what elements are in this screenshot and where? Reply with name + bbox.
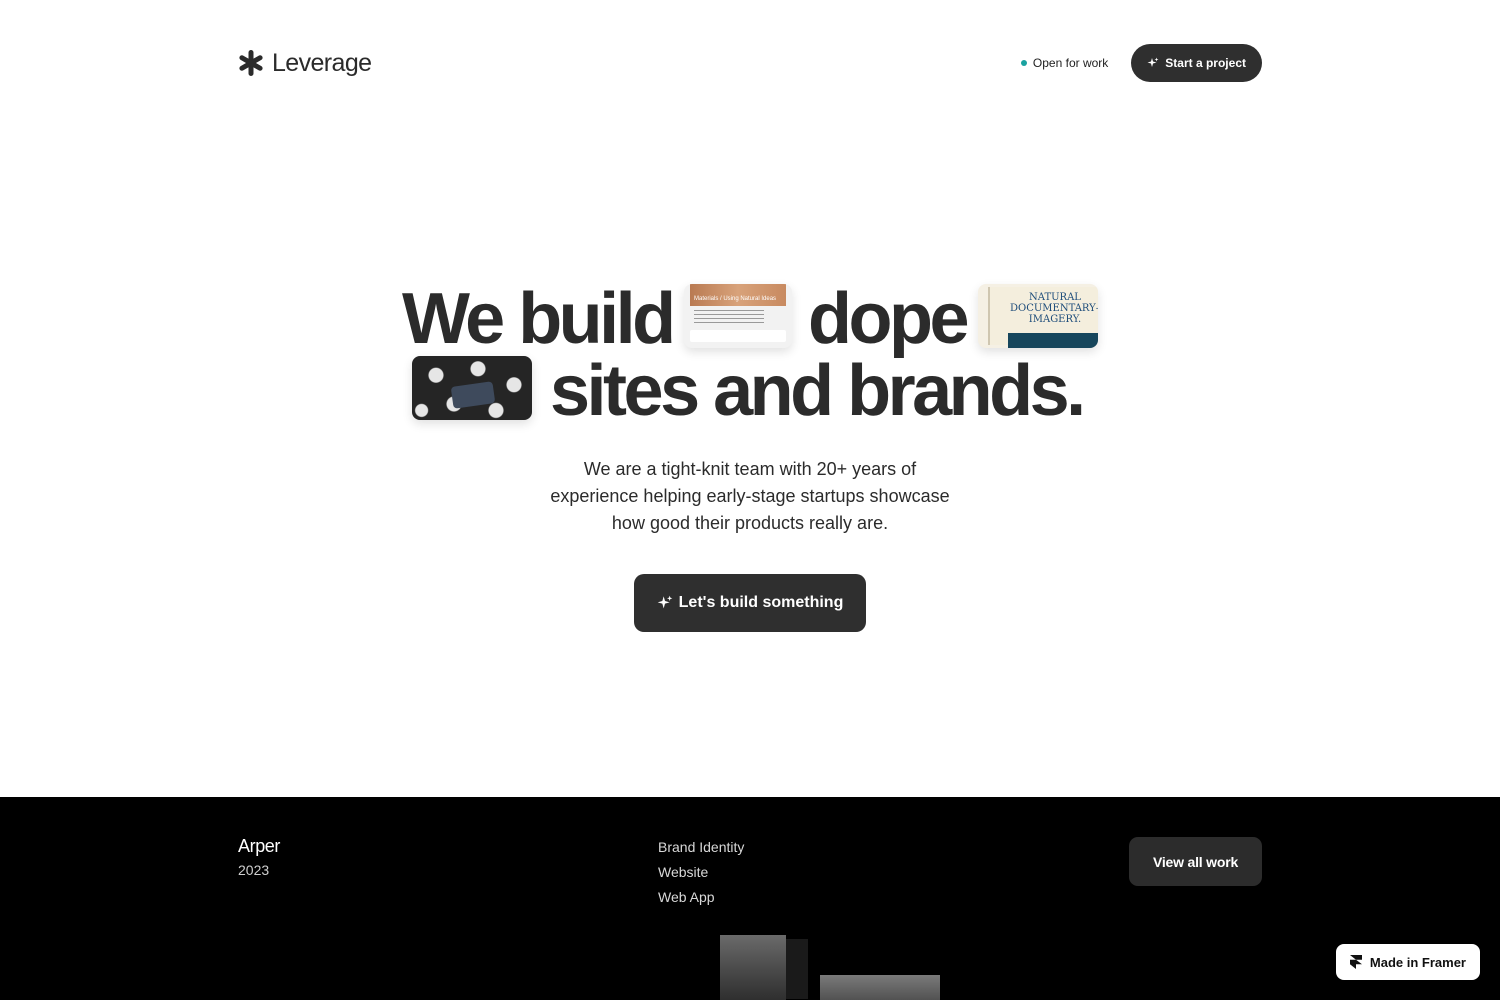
thumbnail-caption: Materials / Using Natural Ideas [694, 296, 777, 302]
availability-status: Open for work [1020, 56, 1109, 70]
framer-logo-icon [1349, 955, 1362, 969]
preview-block [820, 975, 940, 1000]
preview-block [720, 935, 786, 1000]
service-item: Brand Identity [658, 839, 745, 855]
project-section: Arper 2023 Brand Identity Website Web Ap… [0, 797, 1500, 1000]
project-thumbnail-natural-documentary: NATURAL DOCUMENTARY—ST IMAGERY. [978, 284, 1098, 348]
hero-subtext: We are a tight-knit team with 20+ years … [540, 456, 960, 537]
sparkle-icon [657, 595, 672, 609]
start-project-label: Start a project [1165, 56, 1246, 70]
made-in-framer-badge[interactable]: Made in Framer [1335, 944, 1480, 980]
thumbnail-text-lines [694, 310, 764, 324]
hero-headline-line-2: sites and brands. [0, 355, 1500, 427]
project-year: 2023 [238, 862, 270, 878]
project-thumbnail-pattern [412, 356, 532, 420]
thumbnail-wood-banner [690, 284, 786, 306]
book-text-line-2: DOCUMENTARY—ST [1010, 303, 1098, 314]
subtext-line-1: We are a tight-knit team with 20+ years … [583, 459, 917, 479]
book-text-line-1: NATURAL [1029, 292, 1081, 303]
brand-logo[interactable]: Leverage [238, 48, 372, 78]
service-item: Website [658, 864, 709, 880]
header-actions: Open for work Start a project [1020, 44, 1262, 82]
headline-word-dope: dope [808, 279, 969, 359]
made-in-framer-label: Made in Framer [1369, 954, 1466, 970]
status-label: Open for work [1032, 56, 1109, 70]
project-services-list: Brand Identity Website Web App [658, 839, 744, 914]
project-thumbnail-materials: Materials / Using Natural Ideas [684, 284, 792, 348]
preview-block [786, 939, 808, 999]
view-all-work-button[interactable]: View all work [1129, 837, 1262, 886]
service-item: Web App [658, 889, 715, 905]
subtext-line-3: how good their products really are. [611, 513, 889, 533]
lets-build-label: Let's build something [678, 594, 844, 611]
thumbnail-bar [690, 330, 786, 342]
project-name: Arper [238, 836, 281, 856]
start-project-button[interactable]: Start a project [1131, 44, 1262, 82]
asterisk-logo-icon [239, 50, 263, 76]
subtext-line-2: experience helping early-stage startups … [550, 486, 950, 506]
sparkle-icon [1147, 57, 1159, 67]
headline-line-2-text: sites and brands. [550, 351, 1086, 431]
status-dot [1020, 60, 1027, 66]
thumbnail-book-text: NATURAL DOCUMENTARY—ST IMAGERY. [1010, 292, 1098, 325]
thumbnail-teal-band [1008, 333, 1098, 348]
headline-word-we-build: We build [402, 279, 676, 359]
site-header: Leverage Open for work Start a project [238, 44, 1262, 82]
lets-build-button[interactable]: Let's build something [634, 574, 866, 632]
brand-name: Leverage [272, 48, 372, 77]
book-text-line-3: IMAGERY. [1028, 314, 1082, 325]
project-preview-image [700, 927, 960, 1000]
